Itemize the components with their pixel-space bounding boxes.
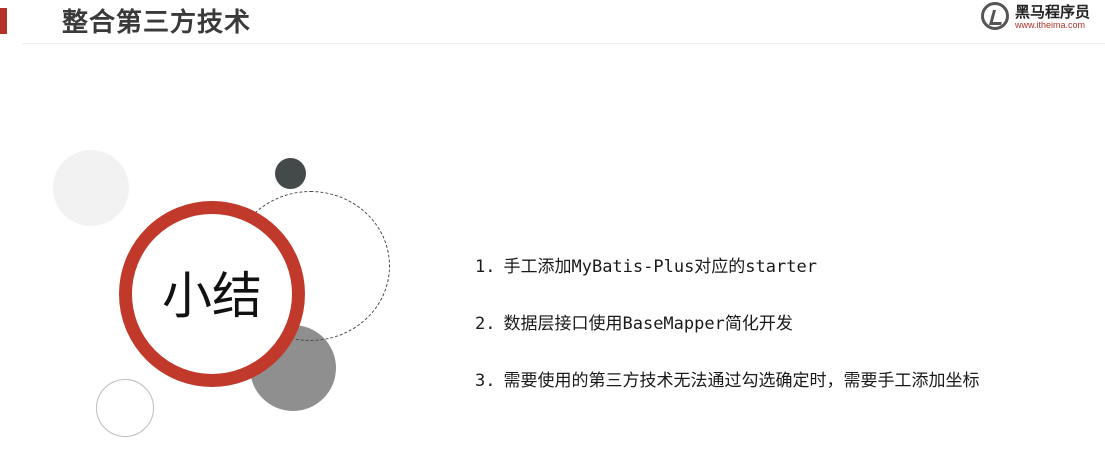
list-item-number: 2. [475,314,496,334]
header-divider [22,43,1105,44]
logo-url: www.itheima.com [1015,20,1086,30]
list-item-text: 手工添加MyBatis-Plus对应的starter [503,257,817,277]
summary-badge-label: 小结 [162,267,262,325]
summary-badge: 小结 [119,201,305,387]
decor-circle-dark [275,158,306,189]
list-item-text: 数据层接口使用BaseMapper简化开发 [503,314,793,334]
logo-name: 黑马程序员 [1015,3,1091,21]
page-title: 整合第三方技术 [62,8,252,38]
summary-list: 1. 手工添加MyBatis-Plus对应的starter 2. 数据层接口使用Ba… [475,252,979,423]
brand-logo: 黑马程序员 www.itheima.com [977,0,1105,34]
title-accent-bar [0,8,7,34]
decor-circle-outline [96,379,154,437]
list-item: 3. 需要使用的第三方技术无法通过勾选确定时，需要手工添加坐标 [475,366,979,395]
list-item-number: 1. [475,257,496,277]
list-item-text: 需要使用的第三方技术无法通过勾选确定时，需要手工添加坐标 [503,371,980,391]
decor-circle-light [53,150,129,226]
list-item-number: 3. [475,371,496,391]
list-item: 1. 手工添加MyBatis-Plus对应的starter [475,252,979,281]
logo-icon [981,2,1009,30]
list-item: 2. 数据层接口使用BaseMapper简化开发 [475,309,979,338]
